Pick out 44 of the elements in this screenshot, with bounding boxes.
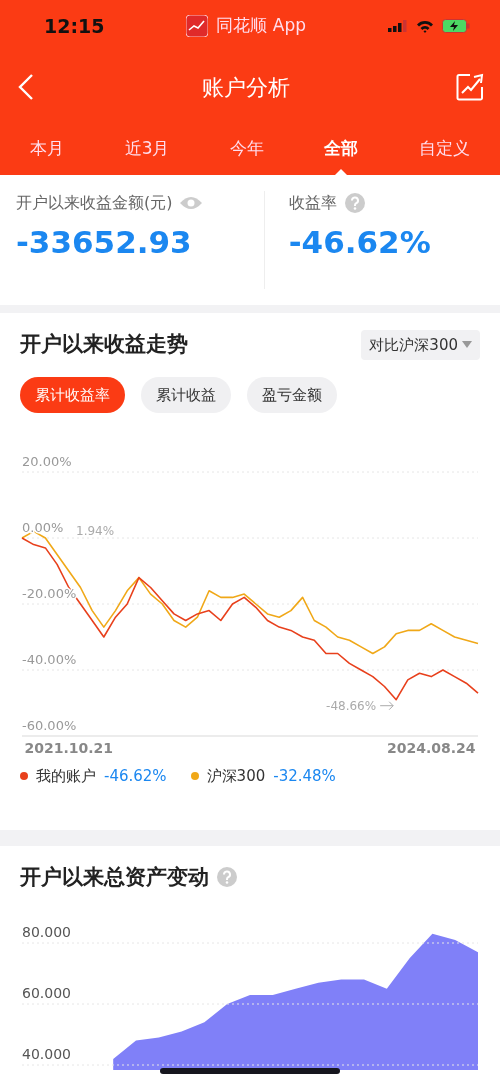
legend-value: -32.48%	[273, 766, 336, 787]
annotation-label: -48.66%	[326, 698, 377, 713]
page-title: 账户分析	[202, 73, 290, 102]
axis-label: 80.000	[22, 924, 71, 940]
summary-value: -46.62%	[288, 223, 432, 262]
axis-label: 60.000	[22, 985, 71, 1001]
annotation-arrow	[379, 701, 394, 711]
section-title: 开户以来总资产变动	[20, 863, 209, 891]
annotation-label: 1.94%	[76, 524, 115, 539]
eye-icon[interactable]	[180, 196, 203, 210]
axis-label: -60.00%	[22, 718, 77, 733]
period-tab[interactable]: 自定义	[418, 122, 470, 175]
help-icon[interactable]	[344, 193, 365, 213]
back-icon[interactable]	[16, 73, 36, 101]
wifi-icon	[416, 19, 434, 33]
caret-icon	[462, 341, 472, 349]
status-time: 12:15	[44, 13, 105, 39]
axis-label: 40.000	[22, 1046, 71, 1062]
period-tab[interactable]: 今年	[229, 122, 264, 175]
app-logo-icon	[186, 15, 209, 37]
compare-dropdown[interactable]: 对比沪深300	[361, 329, 480, 360]
battery-icon	[442, 19, 470, 33]
metric-chip[interactable]: 累计收益率	[20, 376, 125, 413]
legend-value: -46.62%	[104, 766, 167, 787]
period-tab[interactable]: 本月	[30, 122, 65, 175]
app-name: 同花顺 App	[216, 14, 307, 38]
summary-value: -33652.93	[16, 223, 193, 262]
summary-label: 收益率	[288, 192, 337, 214]
signal-icon	[388, 20, 408, 32]
axis-label: 20.00%	[22, 454, 72, 469]
help-icon[interactable]	[217, 867, 237, 888]
share-chart-icon[interactable]	[456, 73, 484, 101]
legend-label: 我的账户	[36, 766, 96, 787]
metric-chip[interactable]: 累计收益	[141, 376, 231, 413]
metric-chip[interactable]: 盈亏金额	[247, 376, 337, 413]
period-tab[interactable]: 全部	[324, 122, 359, 175]
period-tab[interactable]: 近3月	[124, 122, 170, 175]
axis-label: 2024.08.24	[386, 740, 476, 756]
axis-label: 2021.10.21	[24, 740, 114, 756]
axis-label: -40.00%	[22, 652, 77, 667]
axis-label: 0.00%	[22, 520, 64, 535]
section-title: 开户以来收益走势	[20, 331, 188, 358]
summary-label: 开户以来收益金额(元)	[16, 192, 173, 214]
legend-label: 沪深300	[206, 766, 266, 787]
